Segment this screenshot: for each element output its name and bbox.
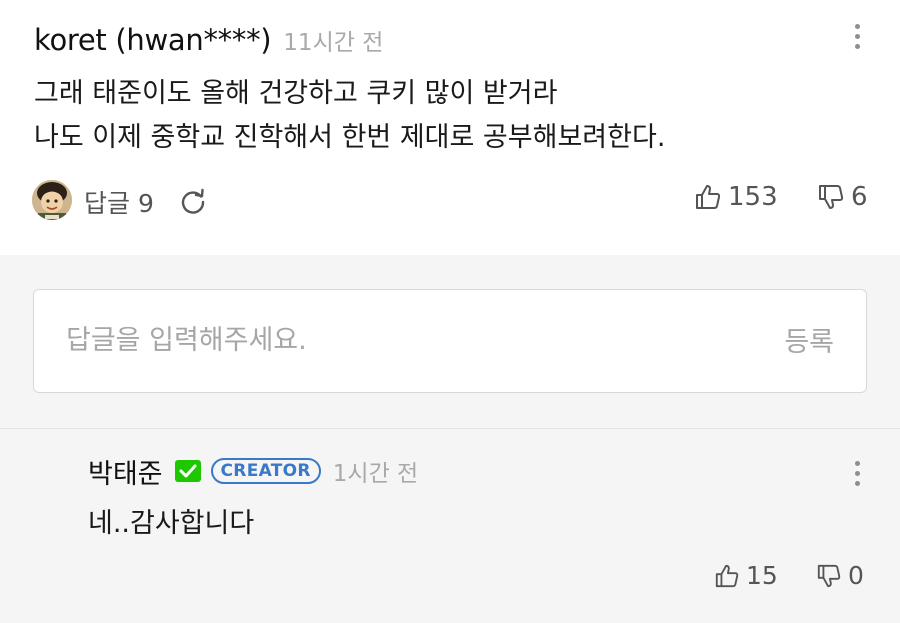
thumbs-down-icon xyxy=(819,185,844,209)
comment-item: koret (hwan****) 11시간 전 그래 태준이도 올해 건강하고 … xyxy=(0,0,900,255)
reply-like-button[interactable]: 15 xyxy=(714,561,778,590)
refresh-icon[interactable] xyxy=(178,186,208,216)
reply-header: 박태준 CREATOR 1시간 전 xyxy=(88,452,419,491)
comment-actions: 답글 9 153 6 xyxy=(32,180,872,222)
thumbs-down-icon xyxy=(817,564,841,587)
thumbs-up-icon xyxy=(696,185,721,209)
reply-item: 박태준 CREATOR 1시간 전 네..감사합니다 15 0 xyxy=(0,429,900,623)
comment-author[interactable]: koret (hwan****) xyxy=(34,23,272,57)
comment-timestamp: 11시간 전 xyxy=(283,30,384,56)
comment-body: 그래 태준이도 올해 건강하고 쿠키 많이 받거라 나도 이제 중학교 진학해서… xyxy=(34,72,665,160)
comment-line: 나도 이제 중학교 진학해서 한번 제대로 공부해보려한다. xyxy=(34,122,666,153)
like-count: 153 xyxy=(728,182,778,212)
reply-section: 등록 박태준 CREATOR 1시간 전 네..감사합니다 15 xyxy=(0,255,900,623)
dislike-count: 6 xyxy=(851,182,868,212)
reply-input[interactable] xyxy=(66,320,666,360)
creator-badge: CREATOR xyxy=(210,458,321,484)
verified-check-icon xyxy=(174,460,201,482)
reply-dislike-button[interactable]: 0 xyxy=(816,561,864,590)
reply-body: 네..감사합니다 xyxy=(88,508,255,539)
like-button[interactable]: 153 xyxy=(694,182,778,212)
reply-like-count: 15 xyxy=(746,561,778,590)
reply-toggle[interactable]: 답글 9 xyxy=(84,184,154,220)
dislike-button[interactable]: 6 xyxy=(817,182,868,212)
reply-author[interactable]: 박태준 xyxy=(88,452,163,491)
comment-line: 그래 태준이도 올해 건강하고 쿠키 많이 받거라 xyxy=(34,78,558,109)
avatar[interactable] xyxy=(32,180,72,220)
submit-button[interactable]: 등록 xyxy=(784,320,834,359)
more-options-icon[interactable] xyxy=(854,461,860,486)
reply-dislike-count: 0 xyxy=(848,561,864,590)
reply-count: 9 xyxy=(138,189,154,218)
reply-label: 답글 xyxy=(84,189,131,218)
reply-timestamp: 1시간 전 xyxy=(332,461,419,487)
more-options-icon[interactable] xyxy=(854,24,860,49)
thumbs-up-icon xyxy=(715,564,739,587)
comment-header: koret (hwan****) 11시간 전 xyxy=(34,20,383,60)
reply-input-container: 등록 xyxy=(33,289,867,393)
